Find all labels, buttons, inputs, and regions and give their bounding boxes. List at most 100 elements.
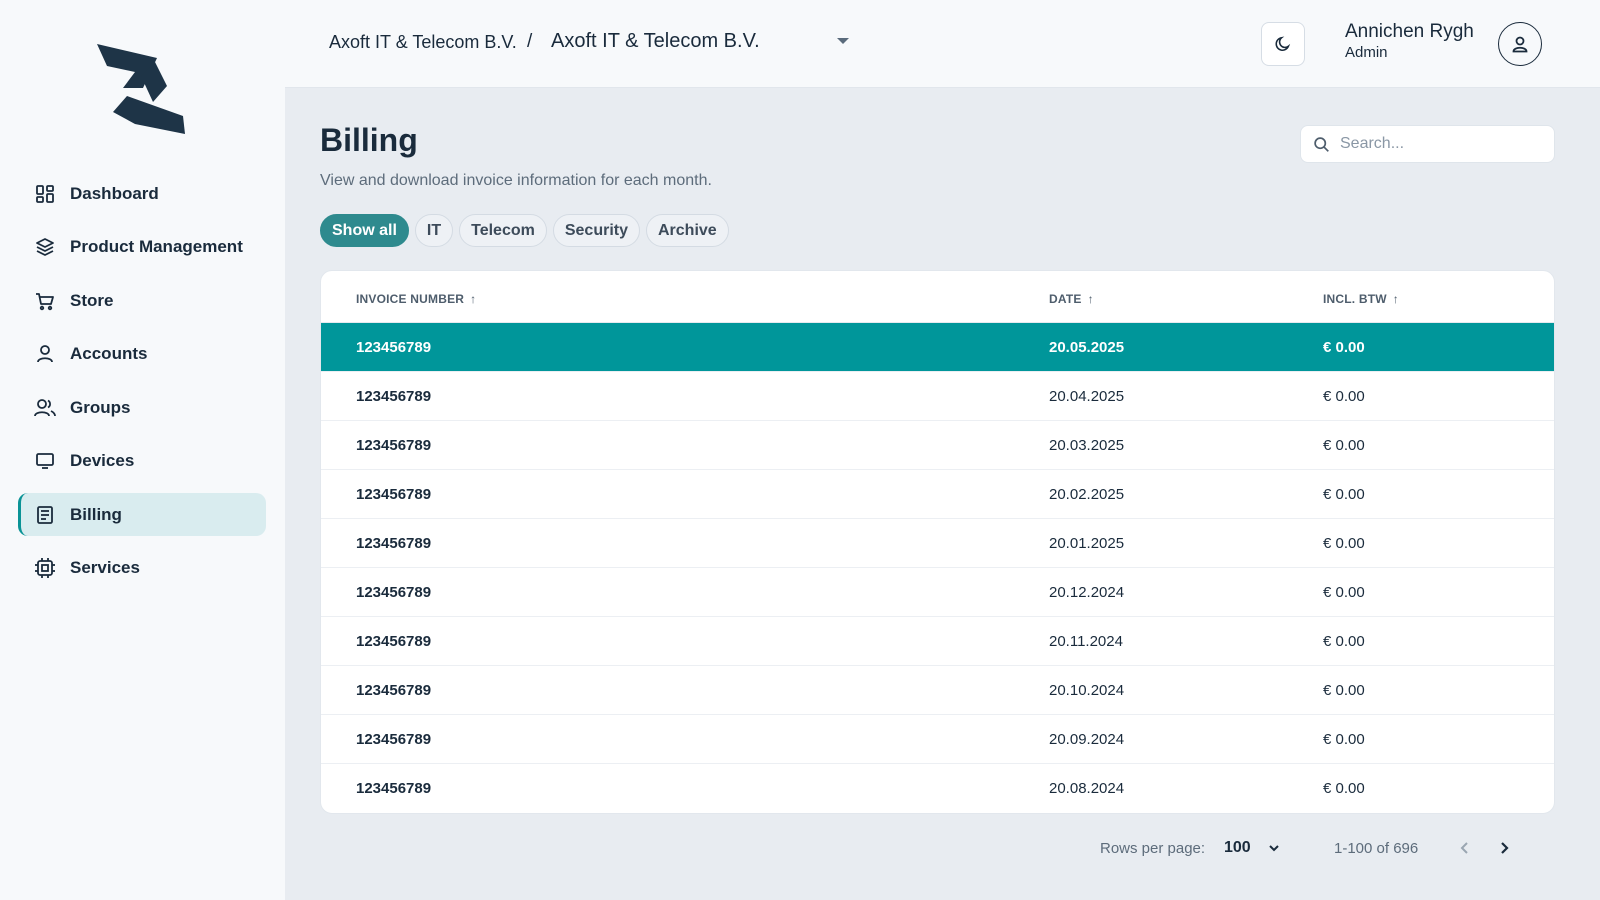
sort-arrow-icon: ↑ xyxy=(1087,292,1094,306)
sidebar-item-devices[interactable]: Devices xyxy=(18,440,266,483)
sidebar-item-label: Billing xyxy=(70,504,122,524)
sidebar-item-billing[interactable]: Billing xyxy=(18,493,266,536)
sidebar-item-accounts[interactable]: Accounts xyxy=(18,333,266,376)
table-row[interactable]: 123456789 20.02.2025 € 0.00 xyxy=(321,470,1554,519)
chip-icon xyxy=(34,557,56,579)
sort-arrow-icon: ↑ xyxy=(1392,292,1399,306)
page-subtitle: View and download invoice information fo… xyxy=(320,172,712,189)
sidebar-item-groups[interactable]: Groups xyxy=(18,386,266,429)
table-row[interactable]: 123456789 20.04.2025 € 0.00 xyxy=(321,372,1554,421)
invoice-table: INVOICE NUMBER ↑ DATE ↑ INCL. BTW ↑ 1234… xyxy=(320,270,1555,814)
receipt-icon xyxy=(34,504,56,526)
sidebar-item-dashboard[interactable]: Dashboard xyxy=(18,172,266,215)
column-header-invoice-number[interactable]: INVOICE NUMBER ↑ xyxy=(356,292,476,306)
user-icon xyxy=(1512,36,1528,53)
table-row[interactable]: 123456789 20.12.2024 € 0.00 xyxy=(321,568,1554,617)
sidebar-item-label: Product Management xyxy=(70,237,243,256)
cart-icon xyxy=(34,290,56,312)
filter-archive[interactable]: Archive xyxy=(646,214,729,247)
invoice-number: 123456789 xyxy=(356,437,432,454)
pagination-range: 1-100 of 696 xyxy=(1334,840,1419,857)
table-row[interactable]: 123456789 20.05.2025 € 0.00 xyxy=(321,323,1554,372)
table-row[interactable]: 123456789 20.11.2024 € 0.00 xyxy=(321,617,1554,666)
column-header-date[interactable]: DATE ↑ xyxy=(1049,292,1094,306)
invoice-date: 20.11.2024 xyxy=(1049,633,1123,650)
invoice-number: 123456789 xyxy=(356,339,432,356)
invoice-number: 123456789 xyxy=(356,535,432,552)
invoice-date: 20.03.2025 xyxy=(1049,437,1125,454)
invoice-date: 20.12.2024 xyxy=(1049,584,1125,601)
filter-security[interactable]: Security xyxy=(552,214,640,247)
sidebar-nav: Dashboard Product Management Store Accou… xyxy=(18,172,266,600)
user-name: Annichen Rygh xyxy=(1345,21,1474,42)
invoice-number: 123456789 xyxy=(356,682,432,699)
invoice-date: 20.08.2024 xyxy=(1049,780,1125,797)
invoice-amount: € 0.00 xyxy=(1323,388,1365,405)
invoice-amount: € 0.00 xyxy=(1323,682,1365,699)
sidebar-item-label: Dashboard xyxy=(70,183,159,203)
invoice-amount: € 0.00 xyxy=(1323,486,1365,503)
pagination: Rows per page: 100 1-100 of 696 xyxy=(1100,838,1520,860)
invoice-amount: € 0.00 xyxy=(1323,731,1365,748)
invoice-number: 123456789 xyxy=(356,486,432,503)
search-box[interactable] xyxy=(1300,125,1555,163)
table-row[interactable]: 123456789 20.09.2024 € 0.00 xyxy=(321,715,1554,764)
sort-arrow-icon: ↑ xyxy=(470,292,477,306)
table-row[interactable]: 123456789 20.10.2024 € 0.00 xyxy=(321,666,1554,715)
user-icon xyxy=(34,343,56,365)
invoice-amount: € 0.00 xyxy=(1323,437,1365,454)
invoice-date: 20.10.2024 xyxy=(1049,682,1125,699)
table-row[interactable]: 123456789 20.01.2025 € 0.00 xyxy=(321,519,1554,568)
sidebar-item-services[interactable]: Services xyxy=(18,547,266,590)
company-logo[interactable] xyxy=(95,42,191,134)
sidebar-item-label: Groups xyxy=(70,397,131,417)
organization-selector[interactable]: Axoft IT & Telecom B.V. xyxy=(551,30,760,53)
sidebar-item-label: Services xyxy=(70,558,140,577)
invoice-amount: € 0.00 xyxy=(1323,584,1365,601)
invoice-amount: € 0.00 xyxy=(1323,535,1365,552)
table-row[interactable]: 123456789 20.03.2025 € 0.00 xyxy=(321,421,1554,470)
invoice-number: 123456789 xyxy=(356,633,432,650)
rows-per-page-label: Rows per page: xyxy=(1100,840,1206,857)
avatar[interactable] xyxy=(1498,22,1542,66)
filter-telecom[interactable]: Telecom xyxy=(459,214,547,247)
invoice-amount: € 0.00 xyxy=(1323,633,1365,650)
search-icon xyxy=(1314,136,1329,152)
chevron-left-icon[interactable] xyxy=(1457,838,1471,858)
sidebar-item-store[interactable]: Store xyxy=(18,279,266,322)
table-row[interactable]: 123456789 20.08.2024 € 0.00 xyxy=(321,764,1554,813)
layers-icon xyxy=(34,236,56,258)
chevron-right-icon[interactable] xyxy=(1498,838,1512,858)
invoice-amount: € 0.00 xyxy=(1323,339,1365,356)
sidebar: Dashboard Product Management Store Accou… xyxy=(0,0,285,900)
invoice-number: 123456789 xyxy=(356,584,432,601)
theme-toggle-button[interactable] xyxy=(1261,22,1305,66)
column-header-incl-btw[interactable]: INCL. BTW ↑ xyxy=(1323,292,1399,306)
dashboard-icon xyxy=(34,183,56,205)
invoice-number: 123456789 xyxy=(356,731,432,748)
table-header: INVOICE NUMBER ↑ DATE ↑ INCL. BTW ↑ xyxy=(321,271,1554,323)
search-input[interactable] xyxy=(1340,135,1540,153)
users-icon xyxy=(34,397,56,419)
moon-icon xyxy=(1275,36,1291,51)
filter-show-all[interactable]: Show all xyxy=(320,214,409,247)
invoice-date: 20.05.2025 xyxy=(1049,339,1125,356)
breadcrumb-parent[interactable]: Axoft IT & Telecom B.V. xyxy=(329,32,517,53)
invoice-amount: € 0.00 xyxy=(1323,780,1365,797)
page-title: Billing xyxy=(320,122,418,158)
rows-per-page-select[interactable]: 100 xyxy=(1224,839,1251,857)
invoice-date: 20.04.2025 xyxy=(1049,388,1125,405)
sidebar-item-label: Accounts xyxy=(70,344,148,363)
invoice-date: 20.09.2024 xyxy=(1049,731,1125,748)
monitor-icon xyxy=(34,450,56,472)
breadcrumb-separator: / xyxy=(527,31,533,52)
invoice-date: 20.02.2025 xyxy=(1049,486,1125,503)
chevron-down-icon[interactable] xyxy=(837,38,849,44)
invoice-date: 20.01.2025 xyxy=(1049,535,1125,552)
chevron-down-icon[interactable] xyxy=(1268,838,1280,858)
invoice-number: 123456789 xyxy=(356,388,432,405)
filter-chips: Show all IT Telecom Security Archive xyxy=(320,214,729,247)
sidebar-item-product-management[interactable]: Product Management xyxy=(18,226,266,269)
filter-it[interactable]: IT xyxy=(414,214,454,247)
invoice-number: 123456789 xyxy=(356,780,432,797)
